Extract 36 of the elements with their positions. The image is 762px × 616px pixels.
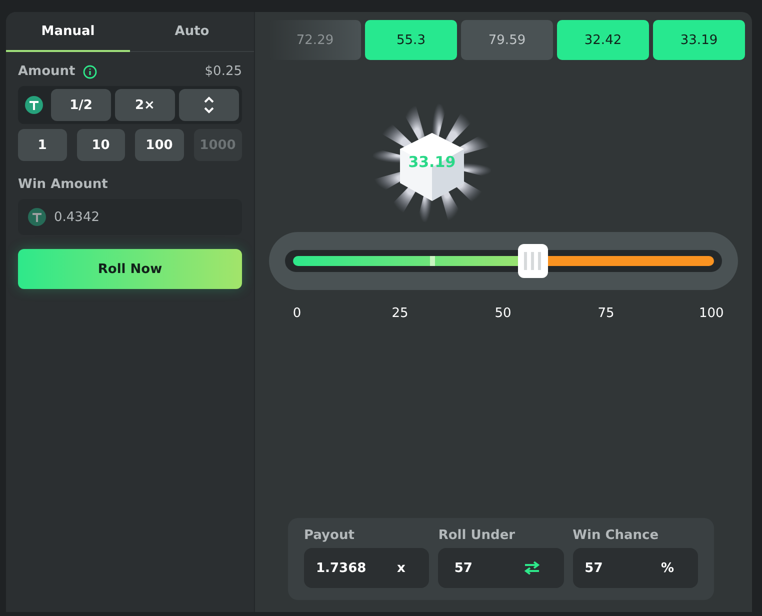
roll-button[interactable]: Roll Now <box>18 249 242 289</box>
slider-handle[interactable] <box>518 244 548 278</box>
scale-label: 50 <box>494 306 512 321</box>
scale-label: 75 <box>596 306 616 321</box>
stat-field[interactable]: 57 <box>438 548 564 588</box>
scale-label: 0 <box>292 306 302 321</box>
up-down-icon <box>203 95 215 115</box>
quick-amount-button[interactable]: 1 <box>18 129 66 161</box>
result-chip: 55.3 <box>365 20 457 60</box>
scale-label: 25 <box>390 306 410 321</box>
double-button[interactable]: 2× <box>115 89 175 121</box>
amount-field[interactable]: 1/2 2× <box>18 86 242 124</box>
win-amount-field[interactable]: 0.4342 <box>18 199 242 235</box>
mode-tab[interactable]: Manual <box>6 12 130 52</box>
result-chip: 32.42 <box>557 20 649 60</box>
amount-value: $0.25 <box>204 64 242 79</box>
quick-amount-button[interactable]: 100 <box>135 129 184 161</box>
slider-track[interactable] <box>293 244 714 278</box>
coin-icon <box>25 96 43 114</box>
half-button[interactable]: 1/2 <box>51 89 111 121</box>
stat-label: Win Chance <box>572 528 660 543</box>
amount-label: Amount <box>18 64 76 79</box>
stat-field[interactable]: 57 % <box>572 548 698 588</box>
coin-icon <box>28 208 46 226</box>
stat-label: Payout <box>304 528 356 543</box>
stat-field[interactable]: 1.7368 x <box>304 548 430 588</box>
quick-amount-button[interactable]: 10 <box>76 129 125 161</box>
swap-icon[interactable] <box>524 561 540 575</box>
stat-label: Roll Under <box>438 528 516 543</box>
info-icon[interactable] <box>83 64 98 78</box>
result-chip: 33.19 <box>653 20 745 60</box>
win-amount-label: Win Amount <box>18 177 108 192</box>
result-chip: 79.59 <box>461 20 553 60</box>
mode-tab[interactable]: Auto <box>130 12 254 52</box>
dice-drawing: 33.19 <box>356 98 507 228</box>
stepper-button[interactable] <box>179 89 239 121</box>
